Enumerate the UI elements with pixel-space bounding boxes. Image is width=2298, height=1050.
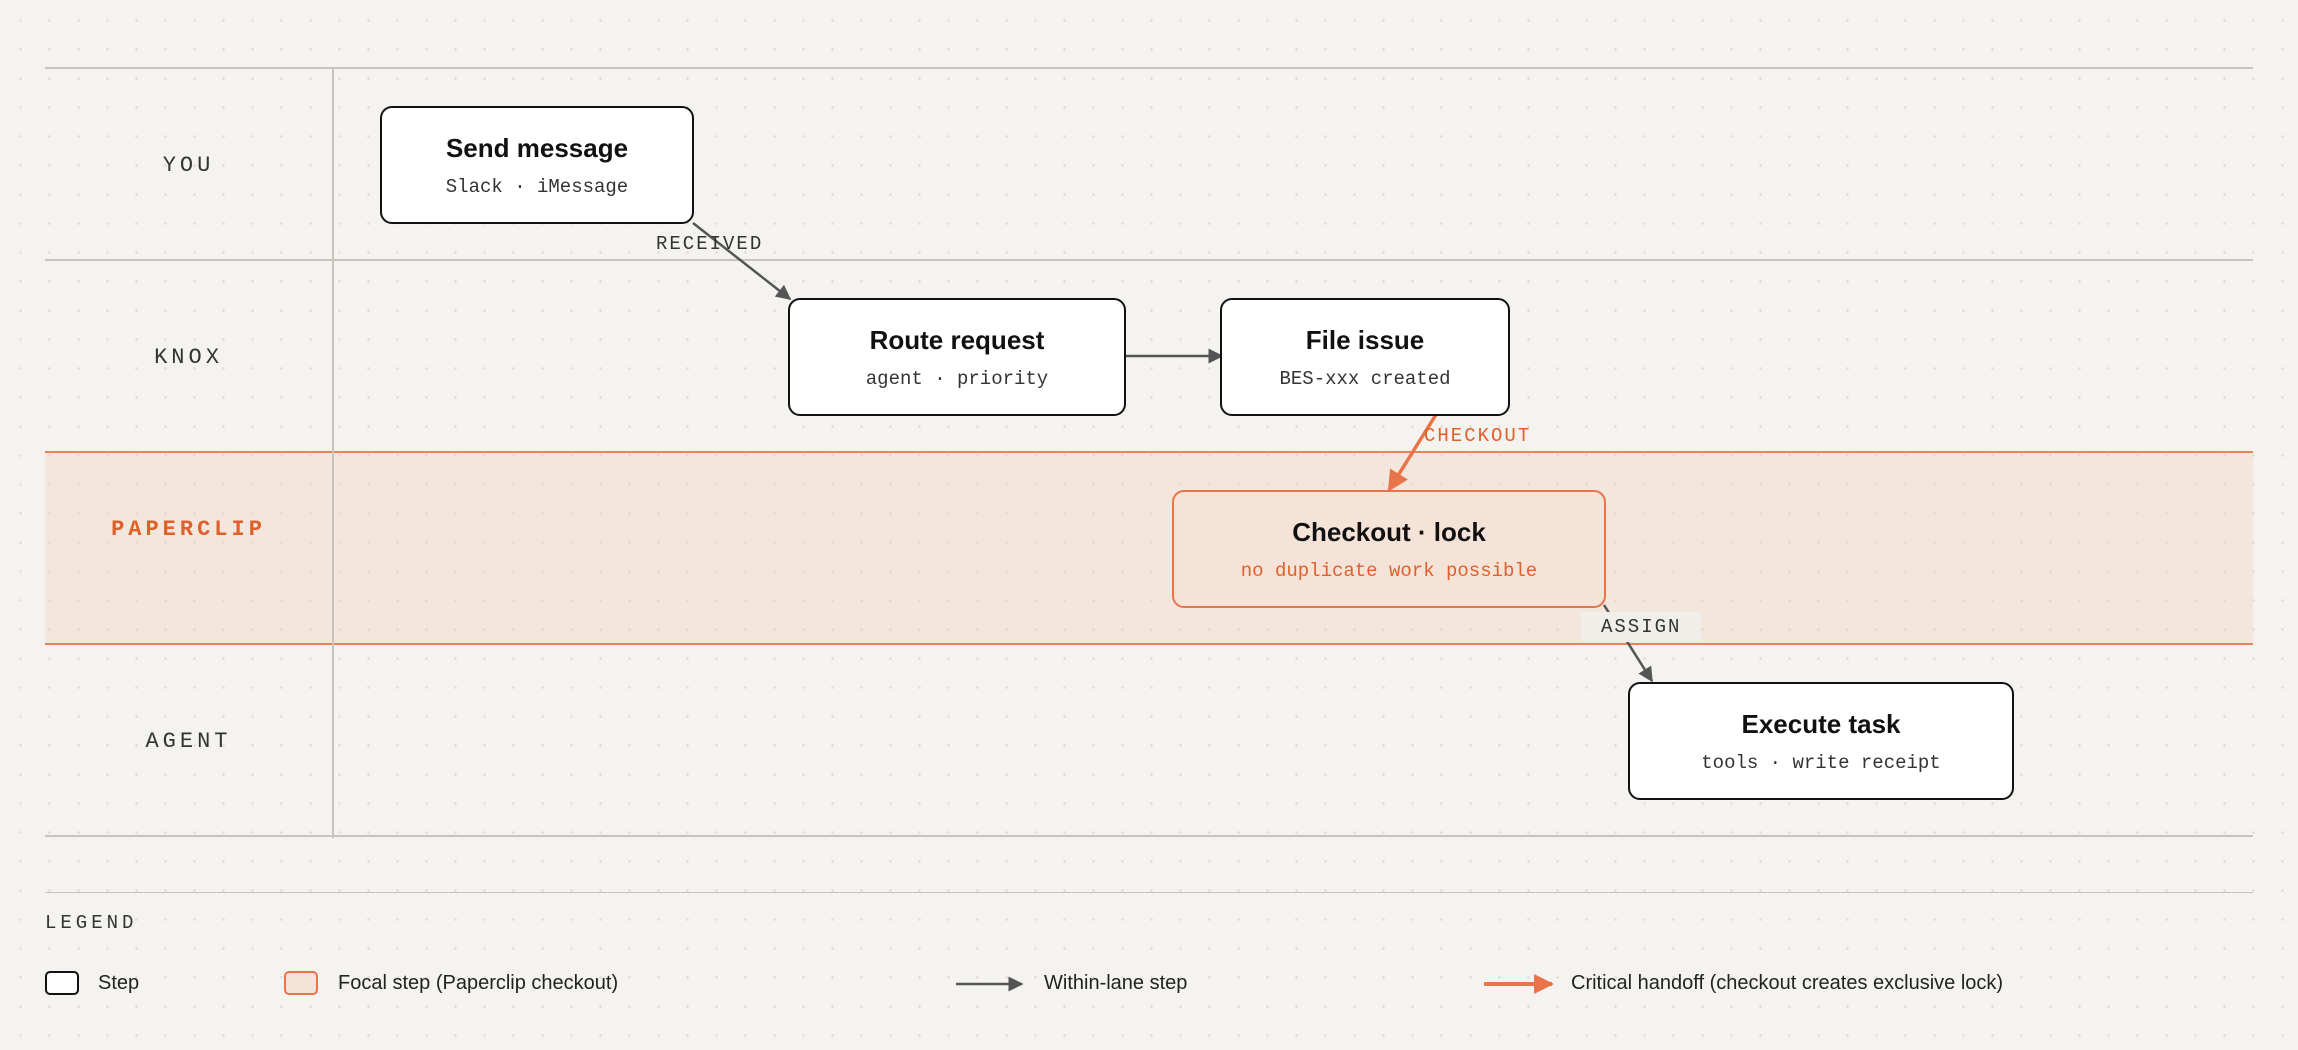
node-subtitle: BES-xxx created [1279,367,1451,390]
legend-swatch-focal [284,971,318,995]
legend-title: LEGEND [45,912,138,934]
edge-label-assign: ASSIGN [1581,612,1702,642]
node-checkout-lock[interactable]: Checkout · lock no duplicate work possib… [1172,490,1606,608]
legend-label-focal: Focal step (Paperclip checkout) [338,972,619,994]
node-file-issue[interactable]: File issue BES-xxx created [1220,298,1510,416]
legend-label-critical: Critical handoff (checkout creates exclu… [1571,972,2004,994]
node-execute-task[interactable]: Execute task tools · write receipt [1628,682,2014,800]
legend-label-step: Step [98,972,140,994]
legend-arrows-layer [956,974,1554,994]
legend-label-within-lane: Within-lane step [1044,972,1188,994]
node-subtitle: agent · priority [865,367,1049,390]
node-subtitle: no duplicate work possible [1240,559,1538,582]
node-subtitle: Slack · iMessage [445,175,629,198]
legend-swatch-step [45,971,79,995]
node-route-request[interactable]: Route request agent · priority [788,298,1126,416]
edge-label-received: RECEIVED [656,233,764,255]
edge-label-checkout: CHECKOUT [1424,425,1532,447]
node-title: Send message [445,132,629,163]
node-subtitle: tools · write receipt [1701,751,1941,774]
node-title: Route request [869,324,1045,355]
node-send-message[interactable]: Send message Slack · iMessage [380,106,694,224]
node-title: Execute task [1741,708,1901,739]
node-title: Checkout · lock [1292,516,1486,547]
node-title: File issue [1305,324,1425,355]
